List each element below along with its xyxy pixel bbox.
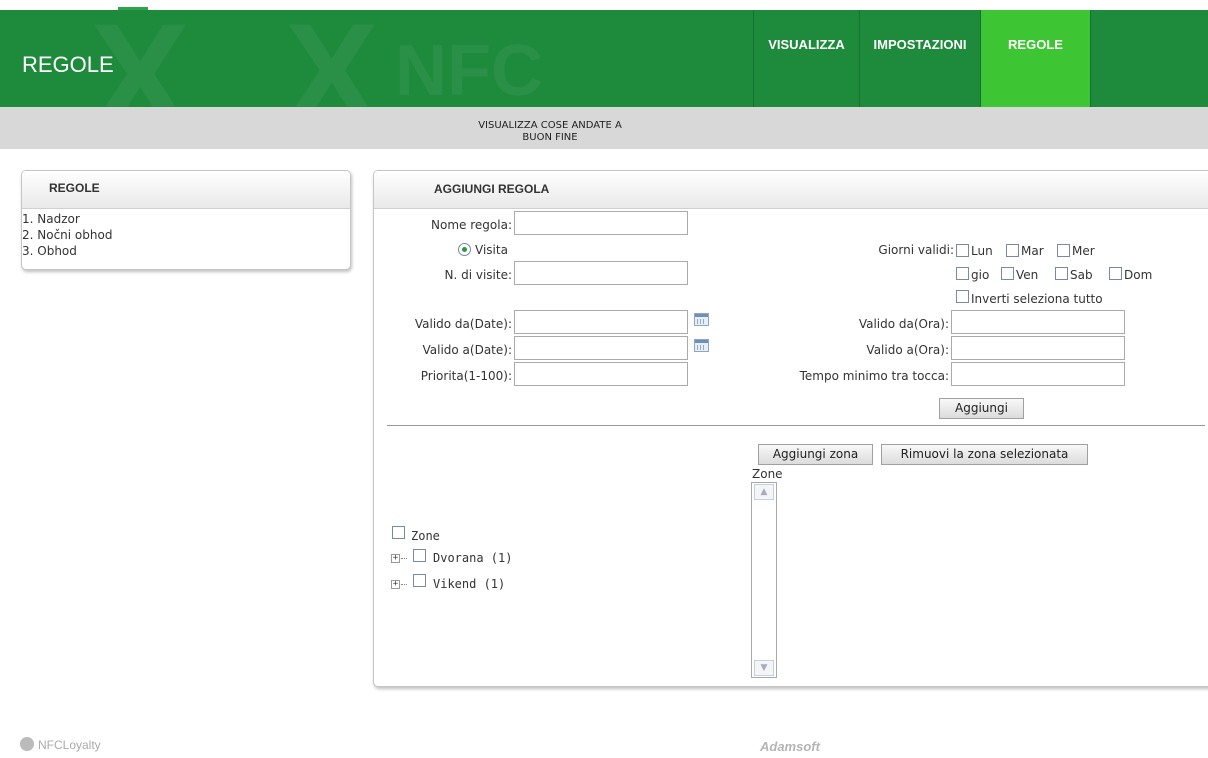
expand-icon[interactable]: + bbox=[391, 554, 400, 563]
valid-days-label: Giorni validi: bbox=[878, 243, 954, 257]
zone-label-dvorana: Dvorana (1) bbox=[433, 551, 513, 565]
day-checkbox-dom[interactable] bbox=[1109, 267, 1122, 280]
min-touch-interval-label: Tempo minimo tra tocca: bbox=[799, 369, 949, 383]
day-checkbox-mer[interactable] bbox=[1057, 244, 1070, 257]
footer-brand: Adamsoft bbox=[760, 739, 820, 754]
priority-input[interactable] bbox=[514, 362, 688, 386]
view-successful-link[interactable]: VISUALIZZA COSE ANDATE A BUON FINE bbox=[440, 120, 660, 144]
valid-from-time-label: Valido da(Ora): bbox=[858, 317, 949, 331]
day-label-gio: gio bbox=[971, 268, 990, 282]
top-accent-stripe bbox=[118, 0, 148, 10]
day-label-mar: Mar bbox=[1021, 244, 1044, 258]
add-rule-button[interactable]: Aggiungi bbox=[939, 398, 1024, 419]
nav-empty-slot bbox=[1090, 10, 1208, 107]
tree-connector bbox=[401, 558, 407, 559]
min-touch-interval-input[interactable] bbox=[951, 362, 1125, 386]
priority-label: Priorita(1-100): bbox=[420, 369, 512, 383]
nfc-logo-icon bbox=[20, 737, 34, 751]
valid-to-time-input[interactable] bbox=[951, 336, 1125, 360]
remove-selected-zone-button[interactable]: Rimuovi la zona selezionata bbox=[881, 444, 1088, 465]
rules-list: 1. Nadzor 2. Nočni obhod 3. Obhod bbox=[22, 209, 350, 259]
zone-list-label: Zone bbox=[752, 467, 783, 481]
footer-logo-text: NFCLoyalty bbox=[38, 738, 101, 752]
visit-radio[interactable] bbox=[458, 243, 471, 256]
nav-tab-impostazioni[interactable]: IMPOSTAZIONI bbox=[859, 10, 980, 107]
valid-to-time-label: Valido a(Ora): bbox=[866, 343, 949, 357]
rule-item-obhod[interactable]: 3. Obhod bbox=[22, 243, 350, 259]
day-checkbox-lun[interactable] bbox=[956, 244, 969, 257]
rules-panel-title: REGOLE bbox=[22, 171, 350, 209]
name-label: Nome regola: bbox=[431, 218, 512, 232]
rules-list-panel: REGOLE 1. Nadzor 2. Nočni obhod 3. Obhod bbox=[21, 170, 351, 270]
nav-tab-visualizza[interactable]: VISUALIZZA bbox=[753, 10, 859, 107]
visits-count-input[interactable] bbox=[514, 261, 688, 285]
header-decoration: X bbox=[285, 10, 379, 107]
header-watermark: NFC bbox=[395, 31, 543, 107]
zone-list-box[interactable]: ▲ ▼ bbox=[751, 482, 777, 678]
section-divider bbox=[387, 425, 1205, 426]
nav-tab-regole[interactable]: REGOLE bbox=[980, 10, 1090, 107]
invert-select-all-checkbox[interactable] bbox=[956, 290, 969, 303]
zone-tree-root-label: Zone bbox=[411, 529, 440, 543]
day-checkbox-gio[interactable] bbox=[956, 267, 969, 280]
name-input[interactable] bbox=[514, 211, 688, 235]
add-rule-panel: AGGIUNGI REGOLA Nome regola: Visita N. d… bbox=[373, 170, 1208, 687]
zone-label-vikend: Vikend (1) bbox=[433, 577, 506, 591]
invert-select-all-label: Inverti seleziona tutto bbox=[971, 292, 1103, 306]
expand-icon[interactable]: + bbox=[391, 580, 400, 589]
day-checkbox-mar[interactable] bbox=[1006, 244, 1019, 257]
day-checkbox-sab[interactable] bbox=[1055, 267, 1068, 280]
day-label-lun: Lun bbox=[971, 244, 993, 258]
scroll-up-icon[interactable]: ▲ bbox=[754, 484, 774, 500]
valid-from-date-input[interactable] bbox=[514, 310, 688, 334]
add-rule-panel-title: AGGIUNGI REGOLA bbox=[374, 171, 1208, 209]
valid-to-date-label: Valido a(Date): bbox=[422, 343, 512, 357]
link-line-2: BUON FINE bbox=[522, 132, 578, 143]
calendar-icon[interactable] bbox=[694, 313, 709, 326]
zone-checkbox-dvorana[interactable] bbox=[413, 549, 426, 562]
day-label-ven: Ven bbox=[1016, 268, 1039, 282]
day-label-dom: Dom bbox=[1124, 268, 1153, 282]
sub-navigation-bar: VISUALIZZA COSE ANDATE A BUON FINE bbox=[0, 107, 1208, 149]
visit-radio-label: Visita bbox=[475, 243, 508, 257]
valid-to-date-input[interactable] bbox=[514, 336, 688, 360]
link-line-1: VISUALIZZA COSE ANDATE A bbox=[478, 120, 622, 131]
scroll-down-icon[interactable]: ▼ bbox=[754, 660, 774, 676]
valid-from-time-input[interactable] bbox=[951, 310, 1125, 334]
calendar-icon[interactable] bbox=[694, 339, 709, 352]
visits-count-label: N. di visite: bbox=[444, 268, 512, 282]
zone-tree-root-checkbox[interactable] bbox=[392, 526, 405, 539]
add-zone-button[interactable]: Aggiungi zona bbox=[758, 444, 873, 465]
day-label-mer: Mer bbox=[1072, 244, 1095, 258]
day-label-sab: Sab bbox=[1070, 268, 1093, 282]
zone-checkbox-vikend[interactable] bbox=[413, 574, 426, 587]
tree-connector bbox=[401, 584, 407, 585]
rule-item-nadzor[interactable]: 1. Nadzor bbox=[22, 211, 350, 227]
app-header: X X NFC REGOLE VISUALIZZA IMPOSTAZIONI R… bbox=[0, 10, 1208, 107]
rule-item-nocni-obhod[interactable]: 2. Nočni obhod bbox=[22, 227, 350, 243]
page-title: REGOLE bbox=[22, 52, 114, 77]
valid-from-date-label: Valido da(Date): bbox=[414, 317, 512, 331]
day-checkbox-ven[interactable] bbox=[1001, 267, 1014, 280]
